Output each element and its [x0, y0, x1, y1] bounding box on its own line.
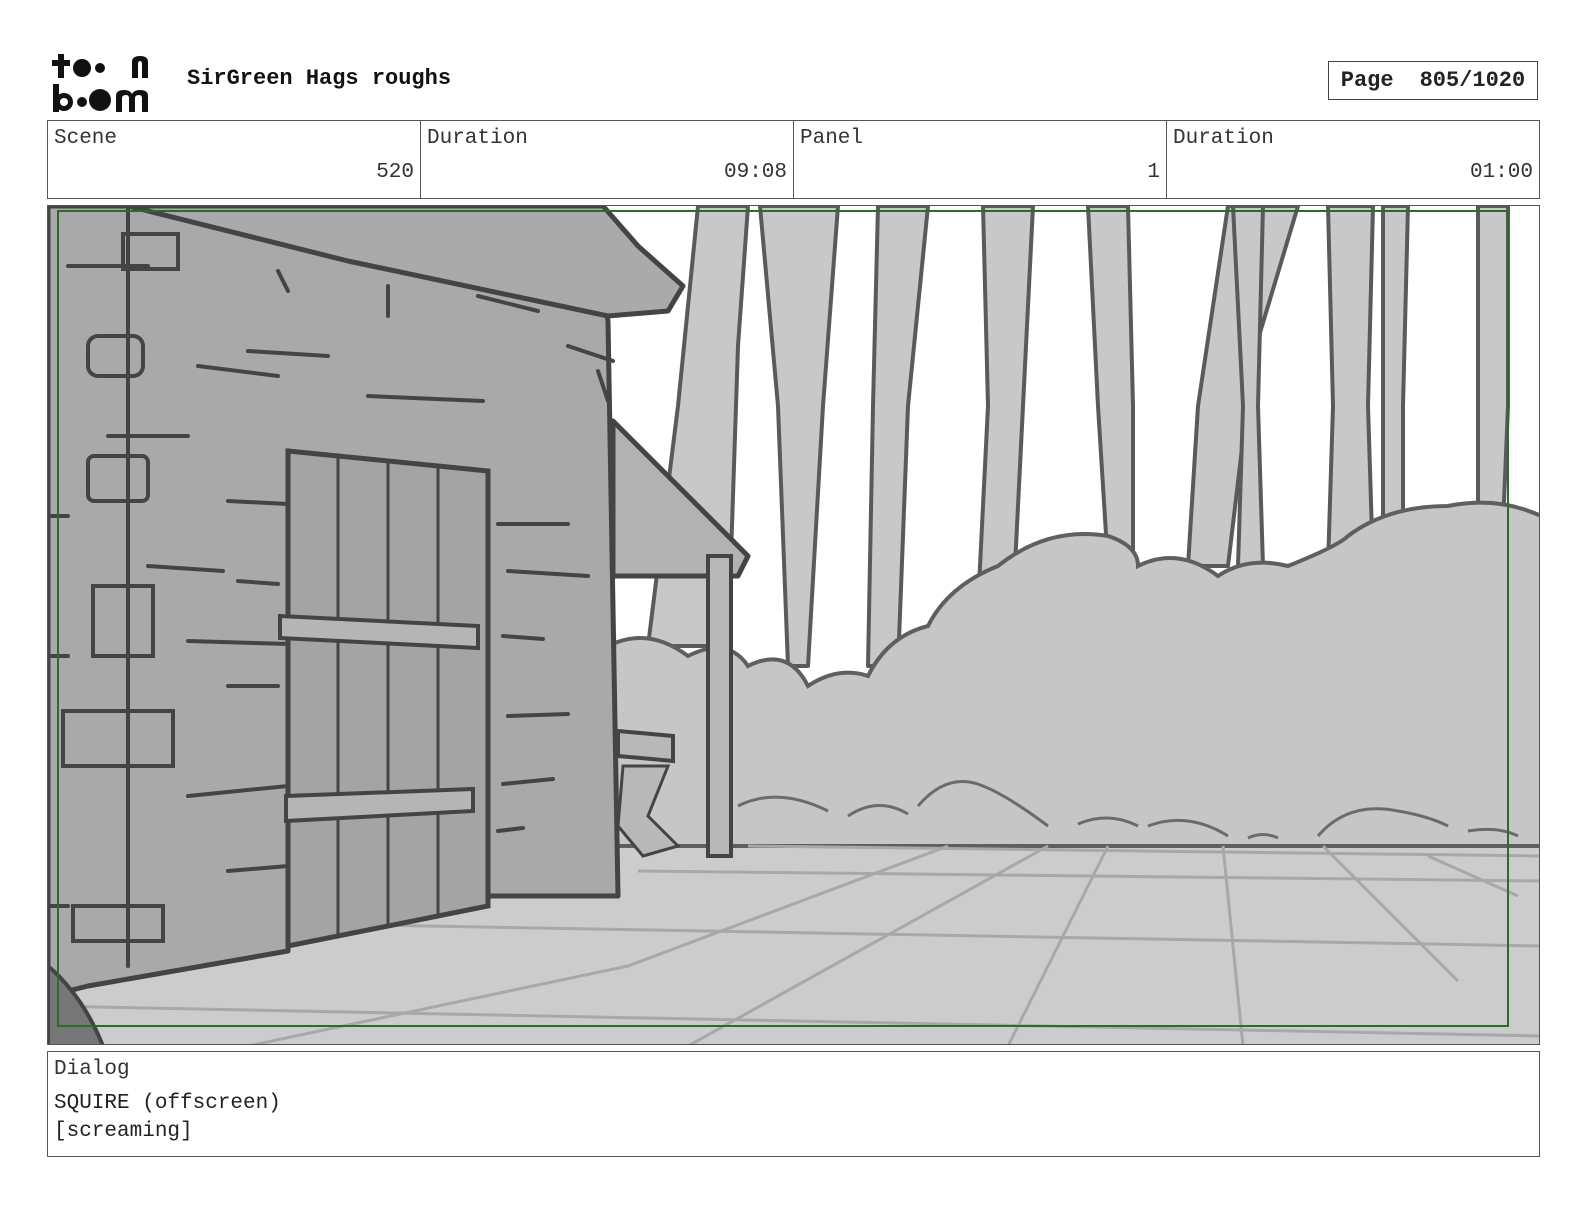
project-title: SirGreen Hags roughs	[187, 66, 452, 91]
dialog-line-speaker: SQUIRE (offscreen)	[54, 1092, 281, 1115]
storyboard-drawing	[48, 206, 1539, 1044]
dialog-label: Dialog	[54, 1058, 130, 1081]
panel-duration-cell: Duration 01:00	[1167, 121, 1539, 198]
panel-label: Panel	[800, 127, 864, 150]
scene-duration-cell: Duration 09:08	[421, 121, 794, 198]
scene-value: 520	[376, 161, 414, 184]
panel-cell: Panel 1	[794, 121, 1167, 198]
dialog-box: Dialog SQUIRE (offscreen) [screaming]	[47, 1051, 1540, 1157]
toon-boom-logo	[50, 50, 165, 115]
scene-cell: Scene 520	[48, 121, 421, 198]
toon-boom-logo-icon	[52, 54, 148, 112]
info-bar: Scene 520 Duration 09:08 Panel 1 Duratio…	[47, 120, 1540, 199]
scene-label: Scene	[54, 127, 118, 150]
panel-duration-value: 01:00	[1469, 161, 1533, 184]
page-label: Page	[1340, 68, 1394, 93]
storyboard-panel	[47, 205, 1540, 1045]
panel-duration-label: Duration	[1173, 127, 1274, 150]
panel-value: 1	[1147, 161, 1160, 184]
scene-duration-value: 09:08	[723, 161, 787, 184]
page-indicator: Page 805/1020	[1328, 61, 1538, 100]
dialog-line-action: [screaming]	[54, 1120, 193, 1143]
page-number: 805/1020	[1419, 68, 1526, 93]
scene-duration-label: Duration	[427, 127, 528, 150]
